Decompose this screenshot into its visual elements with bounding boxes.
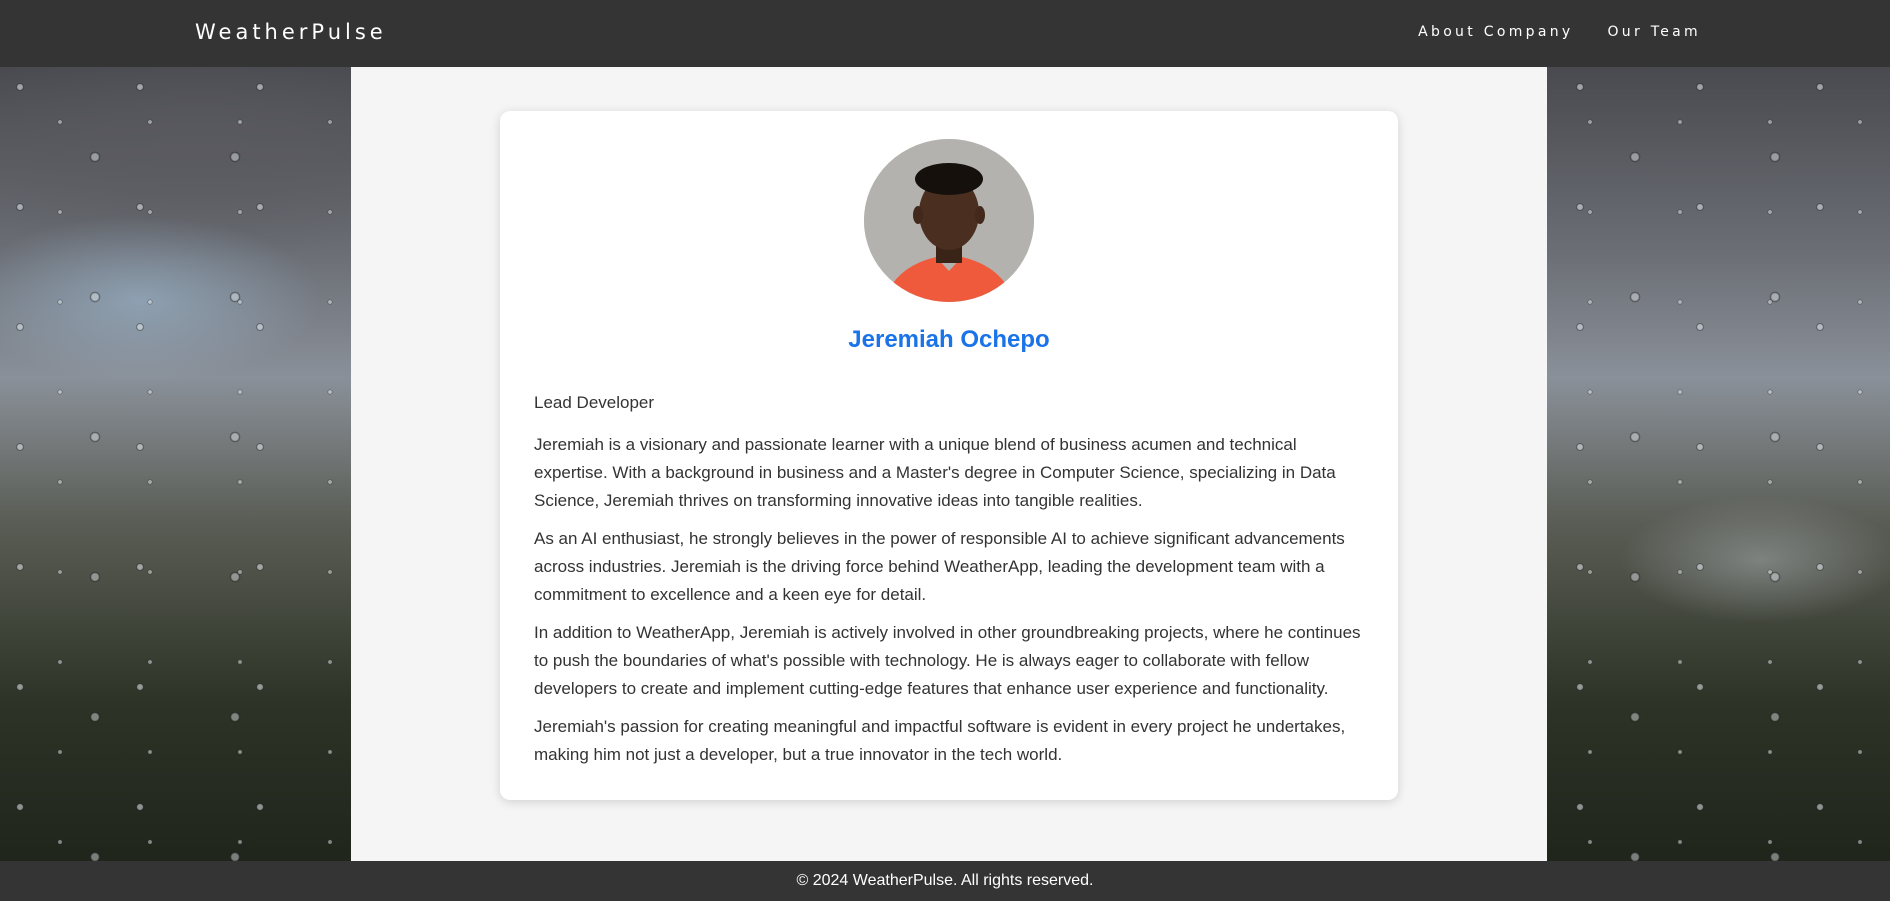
profile-card: Jeremiah Ochepo Lead Developer Jeremiah … xyxy=(500,111,1398,800)
bio-paragraph: In addition to WeatherApp, Jeremiah is a… xyxy=(534,623,1361,698)
bio-paragraph: Jeremiah is a visionary and passionate l… xyxy=(534,435,1336,510)
bio-paragraph: As an AI enthusiast, he strongly believe… xyxy=(534,529,1345,604)
footer: © 2024 WeatherPulse. All rights reserved… xyxy=(0,861,1890,901)
nav-link-about-company[interactable]: About Company xyxy=(1418,24,1573,40)
navbar: WeatherPulse About Company Our Team xyxy=(0,0,1890,67)
main-content: Jeremiah Ochepo Lead Developer Jeremiah … xyxy=(351,67,1547,861)
avatar xyxy=(864,139,1034,302)
bio-paragraph: Jeremiah's passion for creating meaningf… xyxy=(534,717,1346,764)
profile-name: Jeremiah Ochepo xyxy=(848,326,1050,353)
profile-role: Lead Developer xyxy=(534,393,655,412)
brand-logo[interactable]: WeatherPulse xyxy=(195,20,387,44)
nav-links: About Company Our Team xyxy=(1418,24,1701,40)
footer-copyright: © 2024 WeatherPulse. All rights reserved… xyxy=(796,872,1094,889)
profile-bio: Jeremiah is a visionary and passionate l… xyxy=(534,431,1374,779)
nav-link-our-team[interactable]: Our Team xyxy=(1607,24,1701,40)
